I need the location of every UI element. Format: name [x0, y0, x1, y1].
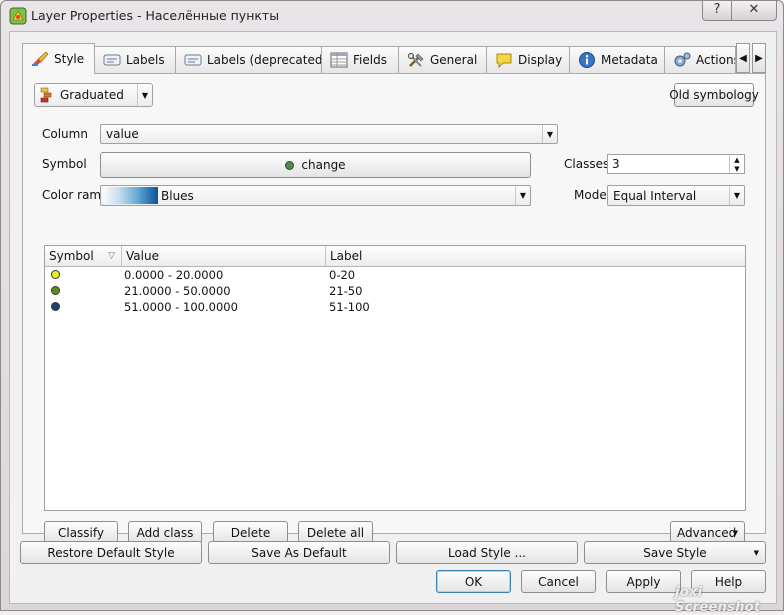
tab-fields[interactable]: Fields [321, 46, 399, 73]
tab-style-label: Style [54, 52, 85, 66]
tab-actions-label: Actions [696, 53, 736, 67]
classes-spinbox[interactable]: 3 ▲ ▼ [607, 154, 745, 174]
classes-label: Classes [564, 157, 610, 171]
spin-down-icon[interactable]: ▼ [730, 164, 744, 173]
qgis-app-icon [9, 7, 27, 25]
tab-fields-label: Fields [353, 53, 387, 67]
tab-style[interactable]: Style [22, 43, 95, 74]
tab-general-label: General [430, 53, 478, 67]
apply-button[interactable]: Apply [606, 570, 681, 593]
info-icon [579, 52, 595, 68]
spin-up-icon[interactable]: ▲ [730, 155, 744, 164]
sort-indicator-icon: ▽ [108, 251, 115, 261]
brush-icon [32, 51, 49, 66]
color-ramp-value: Blues [161, 188, 194, 203]
gears-icon [674, 52, 691, 67]
title-close-button[interactable]: ✕ [731, 1, 777, 21]
tab-metadata-label: Metadata [601, 53, 658, 67]
tools-icon [407, 52, 424, 67]
class-value: 21.0000 - 50.0000 [124, 284, 231, 298]
save-as-default-button[interactable]: Save As Default [208, 541, 390, 564]
symbol-change-label: change [301, 158, 346, 172]
class-label: 21-50 [329, 284, 363, 298]
mode-value: Equal Interval [613, 188, 697, 203]
style-panel: Graduated ▼ Old symbology Column value ▼… [22, 73, 766, 544]
mode-select[interactable]: Equal Interval ▼ [607, 185, 745, 206]
tab-general[interactable]: General [398, 46, 487, 73]
dialog-client-area: Style Labels Labels (deprecated) Fields … [9, 31, 777, 604]
cancel-button[interactable]: Cancel [521, 570, 596, 593]
renderer-select[interactable]: Graduated ▼ [34, 83, 153, 107]
column-header-symbol[interactable]: Symbol ▽ [45, 246, 122, 267]
chevron-down-icon: ▼ [729, 186, 744, 205]
chevron-down-icon: ▼ [732, 528, 738, 537]
chevron-down-icon: ▼ [753, 548, 759, 557]
tab-labels-deprecated-label: Labels (deprecated) [207, 53, 322, 67]
ok-button[interactable]: OK [436, 570, 511, 593]
tab-scroll-left-button[interactable]: ◀ [736, 43, 750, 73]
table-row[interactable]: 51.0000 - 100.0000 51-100 [45, 299, 745, 315]
labels-deprecated-icon [184, 54, 202, 66]
tab-scroll-right-button[interactable]: ▶ [752, 43, 766, 73]
class-symbol-swatch[interactable] [51, 302, 60, 311]
tab-labels-deprecated[interactable]: Labels (deprecated) [175, 46, 322, 73]
class-value: 51.0000 - 100.0000 [124, 300, 238, 314]
layer-properties-window: Layer Properties - Населённые пункты ? ✕… [0, 0, 784, 615]
mode-label: Mode [574, 188, 607, 202]
column-header-value[interactable]: Value [122, 246, 326, 267]
column-header-label[interactable]: Label [326, 246, 745, 267]
save-style-button[interactable]: Save Style ▼ [584, 541, 766, 564]
blues-ramp-swatch [103, 187, 158, 204]
table-header: Symbol ▽ Value Label [45, 246, 745, 267]
classes-table[interactable]: Symbol ▽ Value Label 0.0000 - 20.0000 0-… [44, 245, 746, 511]
class-label: 0-20 [329, 268, 356, 282]
fields-table-icon [330, 52, 348, 68]
tab-actions[interactable]: Actions [664, 46, 736, 73]
restore-default-style-button[interactable]: Restore Default Style [20, 541, 202, 564]
class-label: 51-100 [329, 300, 370, 314]
tab-display-label: Display [518, 53, 563, 67]
advanced-label: Advanced [677, 525, 737, 540]
old-symbology-button[interactable]: Old symbology [669, 83, 759, 107]
symbol-label: Symbol [42, 157, 87, 171]
labels-icon [103, 54, 121, 66]
symbol-change-button[interactable]: change [100, 152, 531, 178]
chevron-down-icon: ▼ [515, 186, 530, 205]
tab-metadata[interactable]: Metadata [569, 46, 665, 73]
symbol-preview-dot [285, 160, 295, 170]
window-title: Layer Properties - Населённые пункты [31, 8, 280, 23]
classes-value: 3 [612, 157, 620, 171]
color-ramp-select[interactable]: Blues ▼ [100, 185, 531, 206]
color-ramp-label: Color ramp [42, 188, 109, 202]
tab-display[interactable]: Display [486, 46, 570, 73]
speech-bubble-icon [496, 53, 512, 68]
table-row[interactable]: 0.0000 - 20.0000 0-20 [45, 267, 745, 283]
column-label: Column [42, 127, 88, 141]
class-symbol-swatch[interactable] [51, 270, 60, 279]
table-row[interactable]: 21.0000 - 50.0000 21-50 [45, 283, 745, 299]
tab-labels[interactable]: Labels [94, 46, 176, 73]
tab-bar: Style Labels Labels (deprecated) Fields … [22, 43, 776, 74]
column-value: value [106, 127, 139, 141]
load-style-button[interactable]: Load Style ... [396, 541, 578, 564]
chevron-down-icon: ▼ [137, 84, 152, 106]
class-symbol-swatch[interactable] [51, 286, 60, 295]
renderer-value: Graduated [60, 88, 124, 102]
class-value: 0.0000 - 20.0000 [124, 268, 224, 282]
title-bar: Layer Properties - Населённые пункты ? ✕ [1, 1, 783, 31]
tab-labels-label: Labels [126, 53, 165, 67]
graduated-renderer-icon [40, 87, 52, 103]
column-select[interactable]: value ▼ [100, 124, 558, 144]
title-help-button[interactable]: ? [702, 1, 732, 21]
save-style-label: Save Style [643, 545, 707, 560]
chevron-down-icon: ▼ [542, 125, 557, 143]
